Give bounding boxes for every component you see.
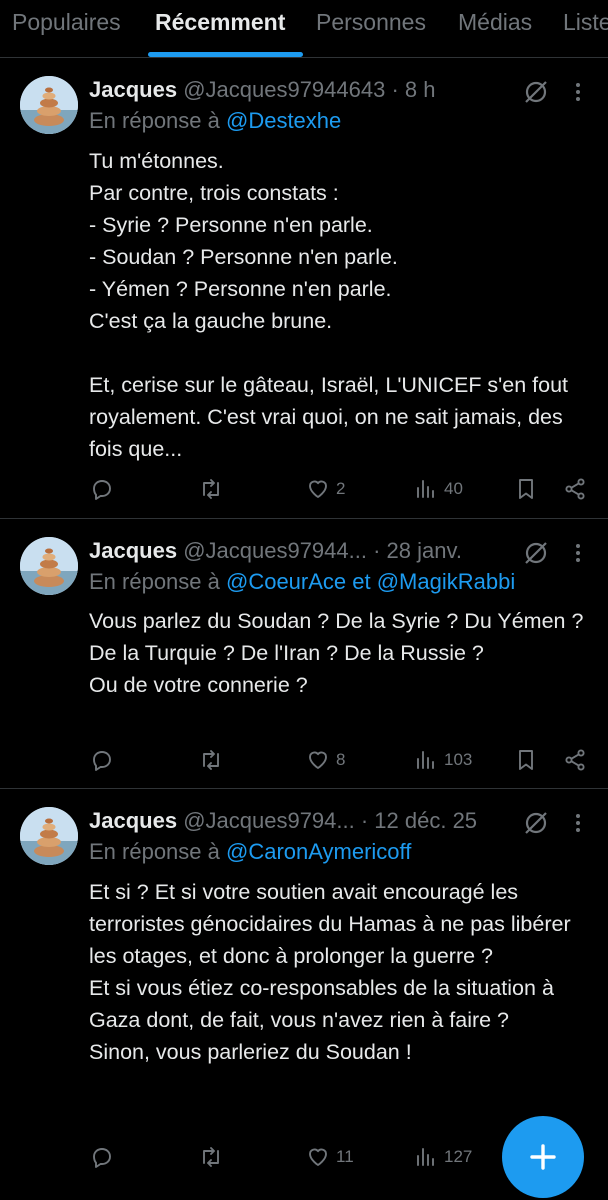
avatar[interactable] <box>20 76 78 134</box>
more-icon[interactable] <box>568 78 588 106</box>
share-icon <box>565 478 585 500</box>
tab-populaires[interactable]: Populaires <box>12 9 121 36</box>
share-button[interactable] <box>563 745 587 775</box>
grok-icon[interactable] <box>522 78 550 106</box>
tweet-text: Vous parlez du Soudan ? De la Syrie ? Du… <box>89 609 584 697</box>
handle-time[interactable]: @Jacques97944643 · 8 h <box>183 77 435 102</box>
view-count: 103 <box>444 750 473 769</box>
share-button[interactable] <box>563 474 587 504</box>
views-button[interactable]: 40 <box>414 474 463 504</box>
active-tab-indicator <box>148 52 303 57</box>
heart-icon <box>309 480 327 498</box>
reply-prefix: En réponse à <box>89 108 226 133</box>
reply-icon <box>93 480 111 500</box>
handle-time[interactable]: @Jacques97944... · 28 janv. <box>183 538 462 563</box>
heart-icon <box>309 751 327 769</box>
tweet-header: Jacques @Jacques9794... · 12 déc. 25 <box>89 808 477 834</box>
tab-medias[interactable]: Médias <box>458 9 532 36</box>
like-button[interactable]: 11 <box>306 1142 354 1172</box>
reply-mention[interactable]: @Destexhe <box>226 108 341 133</box>
handle-time[interactable]: @Jacques9794... · 12 déc. 25 <box>183 808 477 833</box>
bookmark-icon <box>519 750 533 770</box>
reply-context: En réponse à @CoeurAce et @MagikRabbi <box>89 569 515 595</box>
views-icon <box>417 1148 434 1166</box>
search-tabs: Populaires Récemment Personnes Médias Li… <box>0 0 608 58</box>
view-count: 127 <box>444 1147 473 1166</box>
reply-context: En réponse à @Destexhe <box>89 108 341 134</box>
grok-icon[interactable] <box>522 539 550 567</box>
tweet[interactable]: Jacques @Jacques97944... · 28 janv. En r… <box>0 519 608 789</box>
retweet-button[interactable] <box>199 745 223 775</box>
views-button[interactable]: 103 <box>414 745 472 775</box>
reply-prefix: En réponse à <box>89 569 226 594</box>
reply-icon <box>93 1148 111 1168</box>
like-count: 2 <box>336 479 346 498</box>
like-button[interactable]: 8 <box>306 745 345 775</box>
tweet-header: Jacques @Jacques97944... · 28 janv. <box>89 538 462 564</box>
like-count: 8 <box>336 750 346 769</box>
author-name[interactable]: Jacques <box>89 538 177 563</box>
retweet-icon <box>203 1147 219 1167</box>
share-icon <box>565 749 585 771</box>
heart-icon <box>309 1148 327 1166</box>
reply-mention[interactable]: @CaronAymericoff <box>226 839 411 864</box>
views-button[interactable]: 127 <box>414 1142 472 1172</box>
view-count: 40 <box>444 479 463 498</box>
reply-button[interactable] <box>90 1142 114 1172</box>
author-name[interactable]: Jacques <box>89 808 177 833</box>
bookmark-button[interactable] <box>514 745 538 775</box>
retweet-button[interactable] <box>199 474 223 504</box>
bookmark-icon <box>519 479 533 499</box>
avatar[interactable] <box>20 537 78 595</box>
reply-context: En réponse à @CaronAymericoff <box>89 839 411 865</box>
author-name[interactable]: Jacques <box>89 77 177 102</box>
tweet-text: Tu m'étonnes. Par contre, trois constats… <box>89 149 569 461</box>
views-icon <box>417 480 434 498</box>
reply-icon <box>93 751 111 771</box>
retweet-button[interactable] <box>199 1142 223 1172</box>
compose-button[interactable] <box>502 1116 584 1198</box>
views-icon <box>417 751 434 769</box>
retweet-icon <box>203 750 219 770</box>
compose-plus-icon <box>530 1144 556 1170</box>
tweet-actions: 8 103 <box>0 745 608 775</box>
reply-prefix: En réponse à <box>89 839 226 864</box>
avatar[interactable] <box>20 807 78 865</box>
tweet-actions: 2 40 <box>0 474 608 504</box>
reply-button[interactable] <box>90 474 114 504</box>
like-count: 11 <box>336 1147 354 1166</box>
more-icon[interactable] <box>568 539 588 567</box>
tab-recemment[interactable]: Récemment <box>155 9 285 36</box>
tab-listes[interactable]: Listes <box>563 9 608 36</box>
more-icon[interactable] <box>568 809 588 837</box>
retweet-icon <box>203 479 219 499</box>
like-button[interactable]: 2 <box>306 474 345 504</box>
reply-mention[interactable]: @CoeurAce et @MagikRabbi <box>226 569 515 594</box>
bookmark-button[interactable] <box>514 474 538 504</box>
tab-personnes[interactable]: Personnes <box>316 9 426 36</box>
tweet-text: Et si ? Et si votre soutien avait encour… <box>89 880 571 1064</box>
reply-button[interactable] <box>90 745 114 775</box>
grok-icon[interactable] <box>522 809 550 837</box>
tweet-header: Jacques @Jacques97944643 · 8 h <box>89 77 435 103</box>
tweet[interactable]: Jacques @Jacques97944643 · 8 h En répons… <box>0 58 608 519</box>
